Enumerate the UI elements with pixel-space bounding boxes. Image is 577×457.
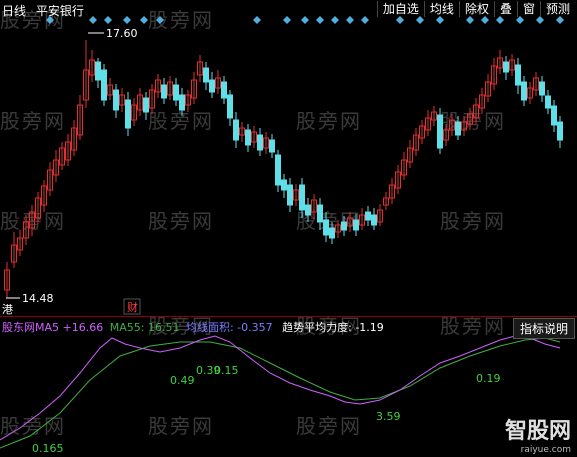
area-annotation-label: 0.49 — [170, 374, 195, 387]
candle-body — [545, 95, 551, 109]
logo-url: raiyue.com — [520, 445, 571, 455]
candle-body — [173, 84, 179, 101]
candle-body — [179, 94, 185, 111]
ex-rights-button[interactable]: 除权 — [458, 1, 494, 17]
panel-divider — [0, 316, 577, 317]
candle-body — [287, 184, 293, 206]
site-logo: 智股网 raiyue.com — [505, 413, 571, 455]
candle-body — [539, 81, 545, 96]
indicator-help-button[interactable]: 指标说明 — [512, 318, 575, 339]
indicator-chart[interactable]: 0.1650.490.390.153.590.19 — [0, 318, 577, 457]
finance-marker-label: 财 — [127, 300, 138, 314]
stock-name: 平安银行 — [35, 4, 84, 18]
candlestick-chart[interactable]: 17.60 14.48 港 财 — [0, 0, 577, 318]
candle-body — [209, 79, 215, 93]
candle-body — [437, 114, 443, 149]
candle-body — [557, 121, 563, 141]
candle-body — [269, 139, 275, 153]
forecast-button[interactable]: 预测 — [539, 1, 575, 17]
candle-body — [503, 61, 509, 73]
area-annotation-label: 3.59 — [376, 410, 401, 423]
top-bar: 日线 平安银行 加自选 均线 除权 叠 窗 预测 — [0, 0, 577, 18]
candle-body — [227, 94, 233, 119]
indicator-name: 股东网MA5 — [2, 321, 60, 334]
area-annotation-label: 0.19 — [476, 372, 501, 385]
hk-marker-label: 港 — [2, 303, 13, 316]
candle-body — [365, 211, 371, 221]
area-annotation-label: 0.165 — [32, 442, 64, 455]
candle-body — [257, 134, 263, 151]
candle-body — [281, 179, 287, 191]
candle-body — [515, 64, 521, 86]
candle-body — [143, 97, 149, 113]
candle-body — [455, 121, 461, 136]
add-favorite-button[interactable]: 加自选 — [376, 1, 424, 17]
high-price-label: 17.60 — [106, 27, 138, 40]
candle-body — [371, 214, 377, 226]
candle-body — [275, 154, 281, 186]
candle-body — [317, 204, 323, 223]
ma55-line — [0, 337, 561, 449]
candle-body — [323, 219, 329, 236]
candle-body — [95, 61, 101, 81]
low-price-label: 14.48 — [22, 292, 54, 305]
candle-body — [305, 204, 311, 216]
ma55-value: MA55: 16.51 — [109, 321, 180, 334]
candle-body — [161, 84, 167, 99]
candle-body — [233, 119, 239, 141]
trend-value: 趋势平均力度: -1.19 — [282, 321, 384, 334]
area-annotation-label: 0.15 — [214, 364, 239, 377]
logo-name: 智股网 — [504, 419, 571, 444]
candle-body — [329, 227, 335, 239]
area-value: 均线面积: -0.357 — [185, 321, 273, 334]
candle-body — [125, 99, 131, 129]
candle-body — [521, 81, 527, 101]
candle-body — [341, 221, 347, 231]
ma5-line — [0, 335, 561, 441]
toolbar-menu: 加自选 均线 除权 叠 窗 预测 — [376, 1, 575, 17]
candle-body — [113, 89, 119, 111]
indicator-legend: 股东网MA5 +16.66 MA55: 16.51 均线面积: -0.357 趋… — [2, 319, 384, 335]
candle-body — [221, 81, 227, 99]
chart-title: 日线 平安银行 — [2, 2, 84, 19]
candle-body — [551, 105, 557, 126]
candle-body — [101, 69, 107, 101]
ma5-value: +16.66 — [62, 321, 104, 334]
window-button[interactable]: 窗 — [516, 1, 540, 17]
candle-body — [245, 129, 251, 146]
moving-average-button[interactable]: 均线 — [423, 1, 459, 17]
candle-body — [299, 184, 305, 211]
candle-body — [353, 219, 359, 231]
period-label[interactable]: 日线 — [2, 4, 26, 18]
candle-body — [203, 67, 209, 83]
overlay-button[interactable]: 叠 — [493, 1, 517, 17]
